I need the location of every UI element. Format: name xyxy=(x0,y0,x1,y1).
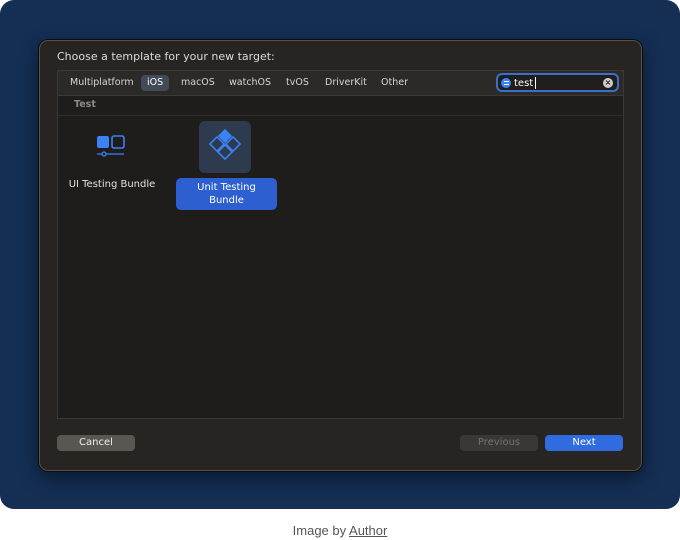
template-unit-testing-bundle[interactable]: Unit Testing Bundle xyxy=(175,121,279,211)
template-label: UI Testing Bundle xyxy=(68,179,156,190)
section-header: Test xyxy=(58,96,623,116)
dialog-title: Choose a template for your new target: xyxy=(57,50,275,63)
background-frame: Choose a template for your new target: M… xyxy=(0,0,680,509)
next-button[interactable]: Next xyxy=(545,435,623,451)
tab-driverkit[interactable]: DriverKit xyxy=(319,75,373,91)
template-panel: Multiplatform iOS macOS watchOS tvOS Dri… xyxy=(57,70,624,419)
unit-testing-icon xyxy=(199,121,251,173)
text-caret xyxy=(535,77,536,89)
search-input[interactable] xyxy=(514,76,600,90)
tab-other[interactable]: Other xyxy=(375,75,414,91)
image-caption: Image by Author xyxy=(0,523,680,538)
template-ui-testing-bundle[interactable]: UI Testing Bundle xyxy=(60,121,164,211)
tab-tvos[interactable]: tvOS xyxy=(280,75,315,91)
tab-macos[interactable]: macOS xyxy=(175,75,221,91)
tab-multiplatform[interactable]: Multiplatform xyxy=(64,75,140,91)
previous-button[interactable]: Previous xyxy=(460,435,538,451)
search-field[interactable]: × xyxy=(496,73,619,92)
template-label-selected: Unit Testing Bundle xyxy=(176,178,277,210)
ui-testing-icon xyxy=(84,121,136,173)
filter-icon[interactable] xyxy=(501,77,511,88)
author-link[interactable]: Author xyxy=(349,523,387,538)
tab-watchos[interactable]: watchOS xyxy=(223,75,277,91)
cancel-button[interactable]: Cancel xyxy=(57,435,135,451)
platform-tab-bar: Multiplatform iOS macOS watchOS tvOS Dri… xyxy=(58,71,623,96)
caption-prefix: Image by xyxy=(292,523,350,538)
section-label: Test xyxy=(74,99,96,110)
tab-ios[interactable]: iOS xyxy=(141,75,170,91)
clear-icon[interactable]: × xyxy=(603,78,613,88)
template-dialog: Choose a template for your new target: M… xyxy=(39,40,642,471)
